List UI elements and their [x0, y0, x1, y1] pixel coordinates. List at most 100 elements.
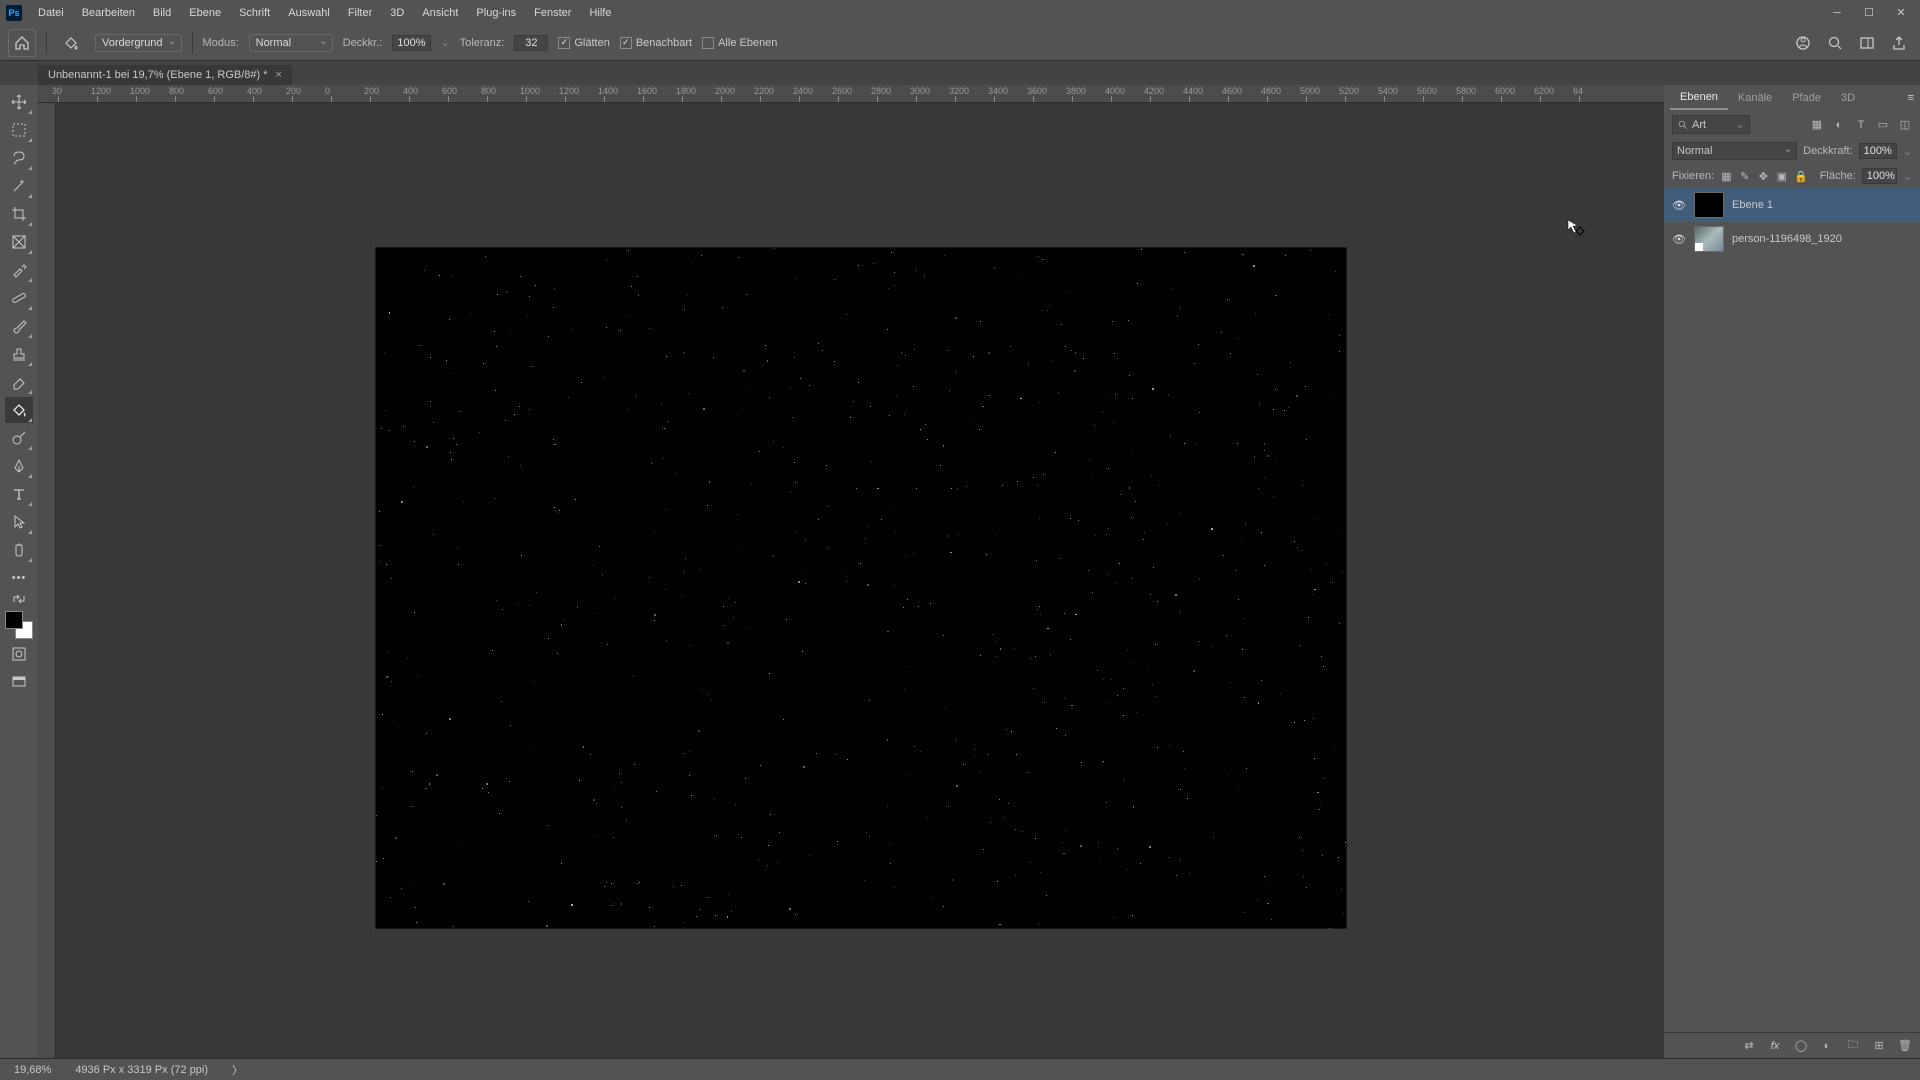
contiguous-checkbox[interactable]: ✓ Benachbart: [620, 37, 692, 49]
zoom-level[interactable]: 19,68%: [14, 1064, 51, 1076]
dodge-icon: [11, 430, 27, 446]
layer-opacity-label: Deckkraft:: [1803, 145, 1853, 157]
magic-wand-tool[interactable]: [5, 173, 33, 199]
frame-tool[interactable]: [5, 229, 33, 255]
antialiasing-label: Glätten: [574, 37, 609, 49]
lock-pixels-icon[interactable]: ✎: [1739, 169, 1751, 183]
layer-thumbnail[interactable]: [1694, 192, 1724, 218]
tab-layers[interactable]: Ebenen: [1670, 86, 1728, 110]
antialiasing-checkbox[interactable]: ✓ Glätten: [558, 37, 609, 49]
hand-tool[interactable]: [5, 537, 33, 563]
workspace-icon[interactable]: [1858, 34, 1876, 52]
crop-tool[interactable]: [5, 201, 33, 227]
opacity-field[interactable]: 100%: [392, 35, 430, 51]
menu-image[interactable]: Bild: [145, 3, 179, 23]
tab-paths[interactable]: Pfade: [1782, 87, 1831, 109]
layer-mask-icon[interactable]: ◯: [1794, 1039, 1808, 1053]
foreground-color-swatch[interactable]: [5, 611, 23, 629]
home-button[interactable]: [8, 29, 36, 57]
filter-smart-icon[interactable]: ◫: [1898, 118, 1912, 132]
dodge-tool[interactable]: [5, 425, 33, 451]
menu-window[interactable]: Fenster: [526, 3, 579, 23]
lasso-tool[interactable]: [5, 145, 33, 171]
filter-type-icon[interactable]: T: [1854, 118, 1868, 132]
fill-field[interactable]: 100%: [1862, 168, 1897, 184]
all-layers-checkbox[interactable]: Alle Ebenen: [702, 37, 777, 49]
layer-fx-icon[interactable]: fx: [1768, 1039, 1782, 1053]
cloud-docs-icon[interactable]: [1794, 34, 1812, 52]
document-tab[interactable]: Unbenannt-1 bei 19,7% (Ebene 1, RGB/8#) …: [38, 65, 292, 85]
quick-mask-toggle[interactable]: [5, 641, 33, 667]
tab-channels[interactable]: Kanäle: [1728, 87, 1782, 109]
menu-help[interactable]: Hilfe: [581, 3, 619, 23]
adjustment-layer-icon[interactable]: ◐: [1820, 1039, 1834, 1053]
color-swatches[interactable]: [5, 611, 33, 639]
maximize-button[interactable]: ☐: [1862, 6, 1876, 20]
vertical-ruler[interactable]: [38, 103, 56, 1058]
document-info[interactable]: 4936 Px x 3319 Px (72 ppi): [75, 1064, 208, 1076]
mode-select[interactable]: Normal: [249, 34, 333, 52]
filter-pixel-icon[interactable]: ▦: [1810, 118, 1824, 132]
fill-source-select[interactable]: Vordergrund: [95, 34, 182, 52]
lock-artboard-icon[interactable]: ▣: [1776, 169, 1788, 183]
share-icon[interactable]: [1890, 34, 1908, 52]
menu-select[interactable]: Auswahl: [280, 3, 338, 23]
more-tools[interactable]: •••: [5, 565, 33, 591]
blend-mode-select[interactable]: Normal: [1672, 142, 1797, 160]
canvas-viewport[interactable]: [56, 103, 1664, 1058]
menu-plugins[interactable]: Plug-ins: [468, 3, 524, 23]
menu-filter[interactable]: Filter: [340, 3, 380, 23]
lock-position-icon[interactable]: ✥: [1757, 169, 1769, 183]
lock-transparency-icon[interactable]: ▦: [1720, 169, 1732, 183]
new-layer-icon[interactable]: ⊞: [1872, 1039, 1886, 1053]
screen-mode-toggle[interactable]: [5, 669, 33, 695]
layer-opacity-field[interactable]: 100%: [1859, 143, 1897, 159]
menu-3d[interactable]: 3D: [382, 3, 412, 23]
type-tool[interactable]: [5, 481, 33, 507]
brush-tool[interactable]: [5, 313, 33, 339]
status-bar: 19,68% 4936 Px x 3319 Px (72 ppi) 〉: [0, 1058, 1920, 1080]
marquee-icon: [11, 122, 27, 138]
delete-layer-icon[interactable]: 🗑: [1898, 1039, 1912, 1053]
filter-shape-icon[interactable]: ▭: [1876, 118, 1890, 132]
visibility-toggle[interactable]: 👁: [1672, 233, 1686, 246]
lock-label: Fixieren:: [1672, 170, 1714, 182]
stamp-tool[interactable]: [5, 341, 33, 367]
lock-all-icon[interactable]: 🔒: [1794, 169, 1808, 183]
layer-row[interactable]: 👁 person-1196498_1920: [1664, 222, 1920, 256]
menu-bar: Ps Datei Bearbeiten Bild Ebene Schrift A…: [0, 0, 1920, 25]
layer-thumbnail[interactable]: [1694, 226, 1724, 252]
path-select-tool[interactable]: [5, 509, 33, 535]
pen-tool[interactable]: [5, 453, 33, 479]
search-icon[interactable]: [1826, 34, 1844, 52]
layer-filter-select[interactable]: Art ⌄: [1672, 115, 1750, 134]
link-layers-icon[interactable]: ⇄: [1742, 1039, 1756, 1053]
status-flyout-icon[interactable]: 〉: [232, 1062, 243, 1078]
move-tool[interactable]: [5, 89, 33, 115]
current-tool-icon[interactable]: [57, 29, 85, 57]
close-button[interactable]: ✕: [1894, 6, 1908, 20]
search-icon: [1677, 119, 1688, 130]
menu-type[interactable]: Schrift: [231, 3, 278, 23]
document-canvas[interactable]: [376, 248, 1346, 928]
group-icon[interactable]: 🗀: [1846, 1039, 1860, 1053]
close-icon[interactable]: ×: [276, 69, 282, 81]
panel-menu-icon[interactable]: ≡: [1908, 92, 1914, 104]
eraser-tool[interactable]: [5, 369, 33, 395]
filter-adjust-icon[interactable]: ◐: [1832, 118, 1846, 132]
paint-bucket-tool[interactable]: [5, 397, 33, 423]
tab-3d[interactable]: 3D: [1831, 87, 1865, 109]
menu-layer[interactable]: Ebene: [181, 3, 229, 23]
visibility-toggle[interactable]: 👁: [1672, 199, 1686, 212]
healing-tool[interactable]: [5, 285, 33, 311]
menu-view[interactable]: Ansicht: [414, 3, 466, 23]
layer-row[interactable]: 👁 Ebene 1: [1664, 188, 1920, 222]
marquee-tool[interactable]: [5, 117, 33, 143]
tolerance-field[interactable]: 32: [514, 35, 548, 51]
menu-edit[interactable]: Bearbeiten: [74, 3, 143, 23]
horizontal-ruler[interactable]: 3012001000800600400200020040060080010001…: [38, 85, 1664, 103]
minimize-button[interactable]: ─: [1830, 6, 1844, 20]
menu-file[interactable]: Datei: [30, 3, 72, 23]
eyedropper-tool[interactable]: [5, 257, 33, 283]
swap-colors-icon[interactable]: [5, 593, 33, 605]
